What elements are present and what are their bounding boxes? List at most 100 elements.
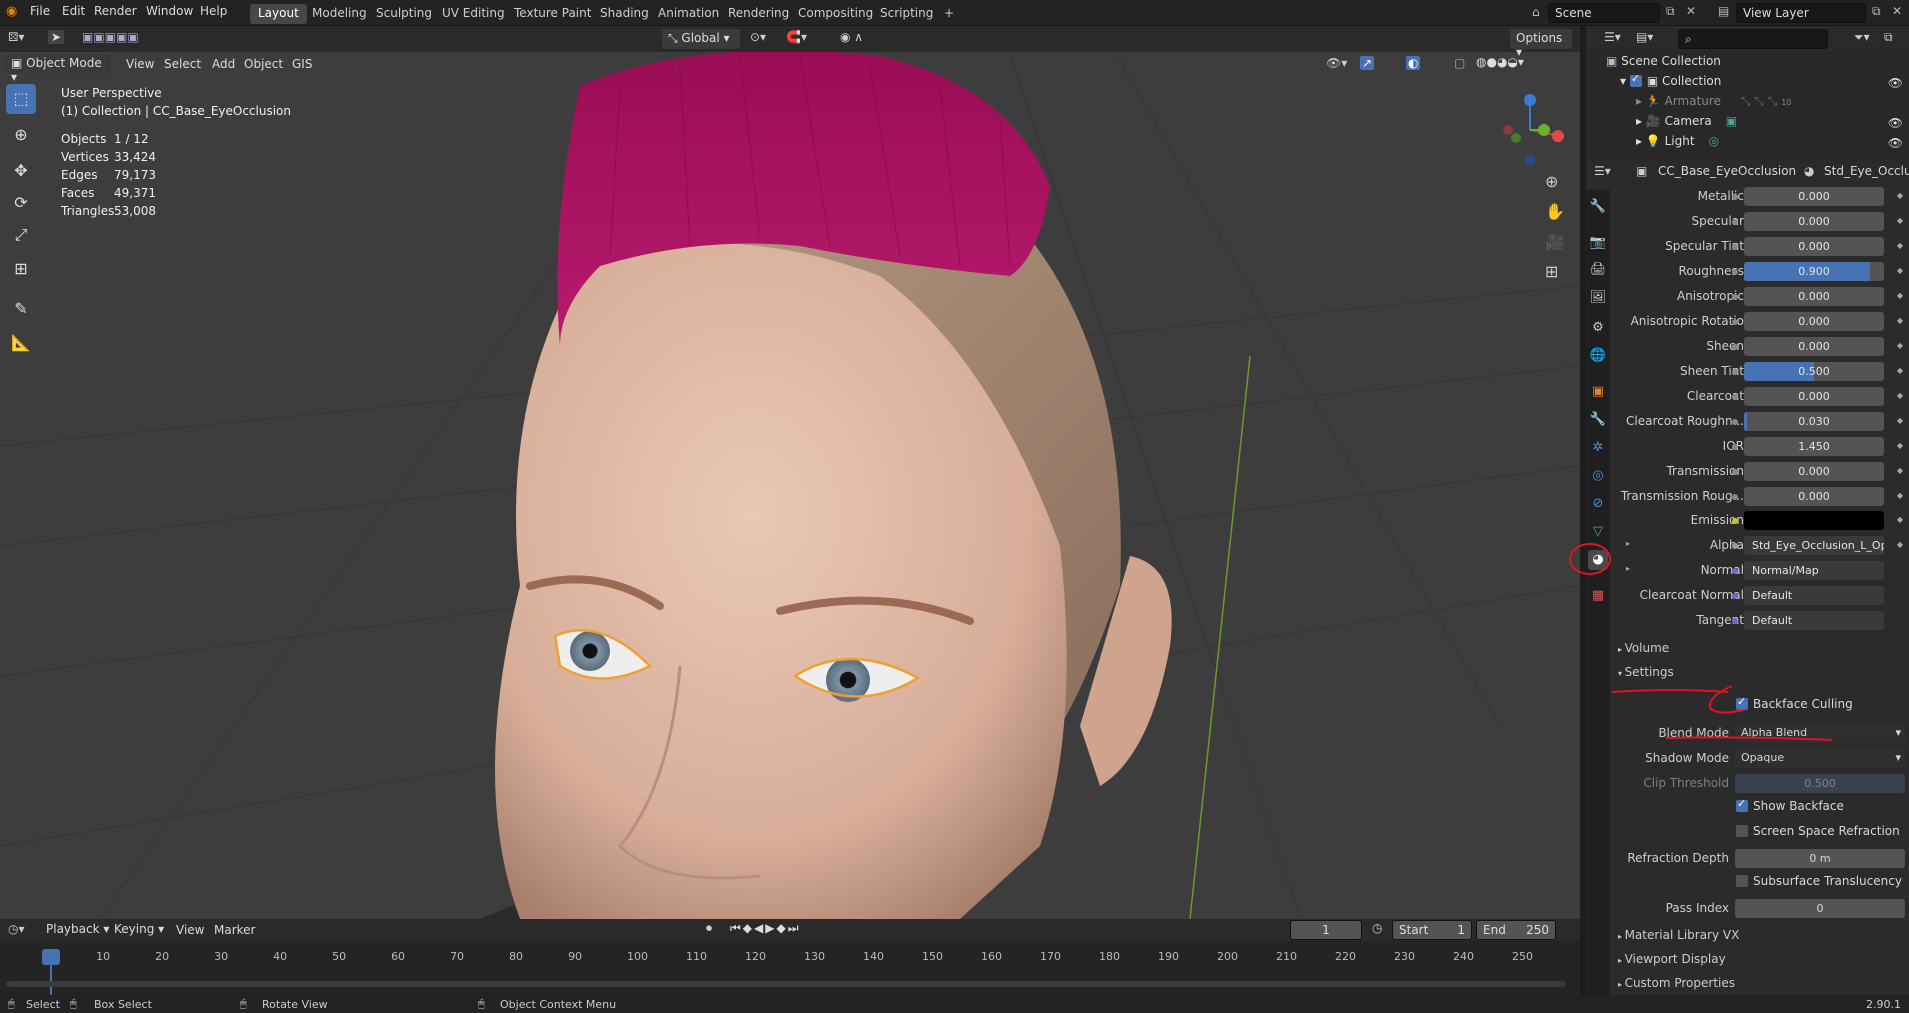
keyframe-icon[interactable]: ◆: [1897, 540, 1903, 549]
new-collection-icon[interactable]: ⧉: [1884, 30, 1893, 45]
property-slider[interactable]: 0.000: [1744, 237, 1884, 256]
delete-scene-icon[interactable]: ✕: [1686, 4, 1696, 18]
proportional-edit-icon[interactable]: ◉ ∧: [840, 30, 863, 44]
expand-arrow-icon[interactable]: ▾: [1620, 74, 1630, 88]
menu-gis[interactable]: GIS: [292, 57, 312, 71]
measure-tool-icon[interactable]: 📐: [6, 328, 36, 358]
property-slider[interactable]: 0.500: [1744, 362, 1884, 381]
particles-tab-icon[interactable]: ✲: [1588, 438, 1608, 458]
expand-arrow-icon[interactable]: ▸: [1636, 134, 1646, 148]
zoom-icon[interactable]: ⊕: [1545, 172, 1558, 191]
volume-panel[interactable]: ▸ Volume: [1610, 641, 1909, 663]
playhead[interactable]: [42, 949, 60, 965]
playback-controls-icon[interactable]: ⏮◆◀▶◆⏭: [730, 921, 801, 936]
outliner-item-camera[interactable]: ▸ 🎥 Camera ▣ 👁: [1586, 114, 1909, 134]
expand-arrow-icon[interactable]: ▸: [1626, 539, 1630, 548]
material-library-panel[interactable]: ▸ Material Library VX: [1610, 928, 1909, 950]
blender-logo-icon[interactable]: ◉: [6, 4, 17, 19]
visibility-icon[interactable]: 👁▾: [1326, 56, 1347, 70]
keyframe-icon[interactable]: ◆: [1897, 216, 1903, 225]
keyframe-icon[interactable]: ◆: [1897, 491, 1903, 500]
keyframe-icon[interactable]: ◆: [1897, 291, 1903, 300]
alpha-link-field[interactable]: Std_Eye_Occlusion_L_Opa...: [1744, 536, 1884, 555]
scale-tool-icon[interactable]: ⤢: [6, 220, 36, 250]
menu-render[interactable]: Render: [94, 4, 137, 18]
view-layer-tab-icon[interactable]: 🖼: [1588, 288, 1608, 308]
timeline[interactable]: ◷▾ Playback ▾ Keying ▾ View Marker ⏺ ⏮◆◀…: [0, 919, 1580, 995]
ortho-grid-icon[interactable]: ⊞: [1545, 262, 1558, 281]
property-slider[interactable]: 0.030: [1744, 412, 1884, 431]
eye-icon[interactable]: 👁: [1888, 116, 1903, 130]
property-slider[interactable]: 0.000: [1744, 487, 1884, 506]
gizmo-icon[interactable]: ↗: [1360, 56, 1375, 70]
mode-dropdown[interactable]: ▣ Object Mode ▾: [5, 54, 111, 84]
tab-compositing[interactable]: Compositing: [790, 4, 881, 24]
keyframe-icon[interactable]: ◆: [1897, 266, 1903, 275]
scene-tab-icon[interactable]: ⚙: [1588, 318, 1608, 338]
record-icon[interactable]: ⏺: [706, 921, 712, 936]
shadow-mode-dropdown[interactable]: Opaque ▾: [1735, 749, 1905, 768]
tab-rendering[interactable]: Rendering: [720, 4, 797, 24]
keyframe-icon[interactable]: ◆: [1897, 466, 1903, 475]
3d-viewport[interactable]: ⚄▾ ➤ ▣▣▣▣▣ ⤡ Global ▾ ⊙▾ 🧲▾ ◉ ∧ Options …: [0, 26, 1580, 919]
menu-help[interactable]: Help: [200, 4, 227, 18]
annotate-tool-icon[interactable]: ✎: [6, 294, 36, 324]
emission-color-field[interactable]: [1744, 511, 1884, 530]
end-frame-field[interactable]: End 250: [1476, 920, 1556, 940]
eye-icon[interactable]: 👁: [1888, 136, 1903, 150]
keyframe-icon[interactable]: ◆: [1897, 366, 1903, 375]
eye-icon[interactable]: 👁: [1888, 76, 1903, 90]
outliner-search-input[interactable]: ⌕: [1678, 29, 1828, 49]
marker-menu[interactable]: Marker: [214, 923, 255, 937]
keying-menu[interactable]: Keying ▾: [108, 920, 170, 940]
keyframe-icon[interactable]: ◆: [1897, 441, 1903, 450]
keyframe-icon[interactable]: ◆: [1897, 515, 1903, 524]
keyframe-icon[interactable]: ◆: [1897, 316, 1903, 325]
editor-type-icon[interactable]: ⚄▾: [8, 30, 24, 44]
property-slider[interactable]: 1.450: [1744, 437, 1884, 456]
transform-tool-icon[interactable]: ⊞: [6, 254, 36, 284]
clearcoat-normal-field[interactable]: Default: [1744, 586, 1884, 605]
viewport-display-panel[interactable]: ▸ Viewport Display: [1610, 952, 1909, 974]
expand-arrow-icon[interactable]: ▸: [1626, 564, 1630, 573]
overlay-icon[interactable]: ◐: [1406, 56, 1421, 70]
render-tab-icon[interactable]: 📷: [1588, 233, 1608, 253]
ssr-checkbox[interactable]: Screen Space Refraction: [1736, 824, 1900, 838]
viewlayer-field[interactable]: View Layer: [1736, 3, 1866, 23]
physics-tab-icon[interactable]: ◎: [1588, 466, 1608, 486]
show-backface-checkbox[interactable]: Show Backface: [1736, 797, 1844, 813]
tab-scripting[interactable]: Scripting: [872, 4, 941, 24]
modifier-tab-icon[interactable]: 🔧: [1588, 410, 1608, 430]
tangent-field[interactable]: Default: [1744, 611, 1884, 630]
options-button[interactable]: Options ▾: [1510, 29, 1572, 59]
collection-checkbox[interactable]: [1629, 72, 1642, 87]
delete-viewlayer-icon[interactable]: ✕: [1892, 4, 1902, 18]
add-workspace-button[interactable]: +: [936, 4, 962, 24]
property-slider[interactable]: 0.000: [1744, 187, 1884, 206]
display-mode-icon[interactable]: ▤▾: [1636, 30, 1653, 44]
constraints-tab-icon[interactable]: ⊘: [1588, 494, 1608, 514]
object-tab-icon[interactable]: ▣: [1588, 382, 1608, 402]
keyframe-icon[interactable]: ◆: [1897, 241, 1903, 250]
tab-animation[interactable]: Animation: [650, 4, 727, 24]
property-slider[interactable]: 0.000: [1744, 462, 1884, 481]
rotate-tool-icon[interactable]: ⟳: [6, 188, 36, 218]
tab-uv-editing[interactable]: UV Editing: [434, 4, 513, 24]
playback-menu[interactable]: Playback ▾: [40, 920, 115, 940]
xray-icon[interactable]: ▢: [1454, 56, 1465, 70]
tool-tab-icon[interactable]: 🔧: [1588, 197, 1608, 217]
pan-hand-icon[interactable]: ✋: [1545, 202, 1565, 221]
outliner-item-collection[interactable]: ▾ ▣ Collection 👁: [1586, 72, 1909, 94]
expand-arrow-icon[interactable]: ▸: [1636, 94, 1646, 108]
menu-object[interactable]: Object: [244, 57, 283, 71]
expand-arrow-icon[interactable]: ▸: [1636, 114, 1646, 128]
property-slider[interactable]: 0.000: [1744, 312, 1884, 331]
preview-range-icon[interactable]: ◷: [1372, 921, 1382, 935]
refraction-depth-field[interactable]: 0 m: [1735, 849, 1905, 868]
camera-view-icon[interactable]: 🎥: [1545, 232, 1565, 251]
selection-modes-icon[interactable]: ▣▣▣▣▣: [82, 30, 139, 44]
property-slider[interactable]: 0.000: [1744, 337, 1884, 356]
snap-icon[interactable]: 🧲▾: [786, 30, 807, 44]
tab-sculpting[interactable]: Sculpting: [368, 4, 440, 24]
menu-add[interactable]: Add: [212, 57, 235, 71]
